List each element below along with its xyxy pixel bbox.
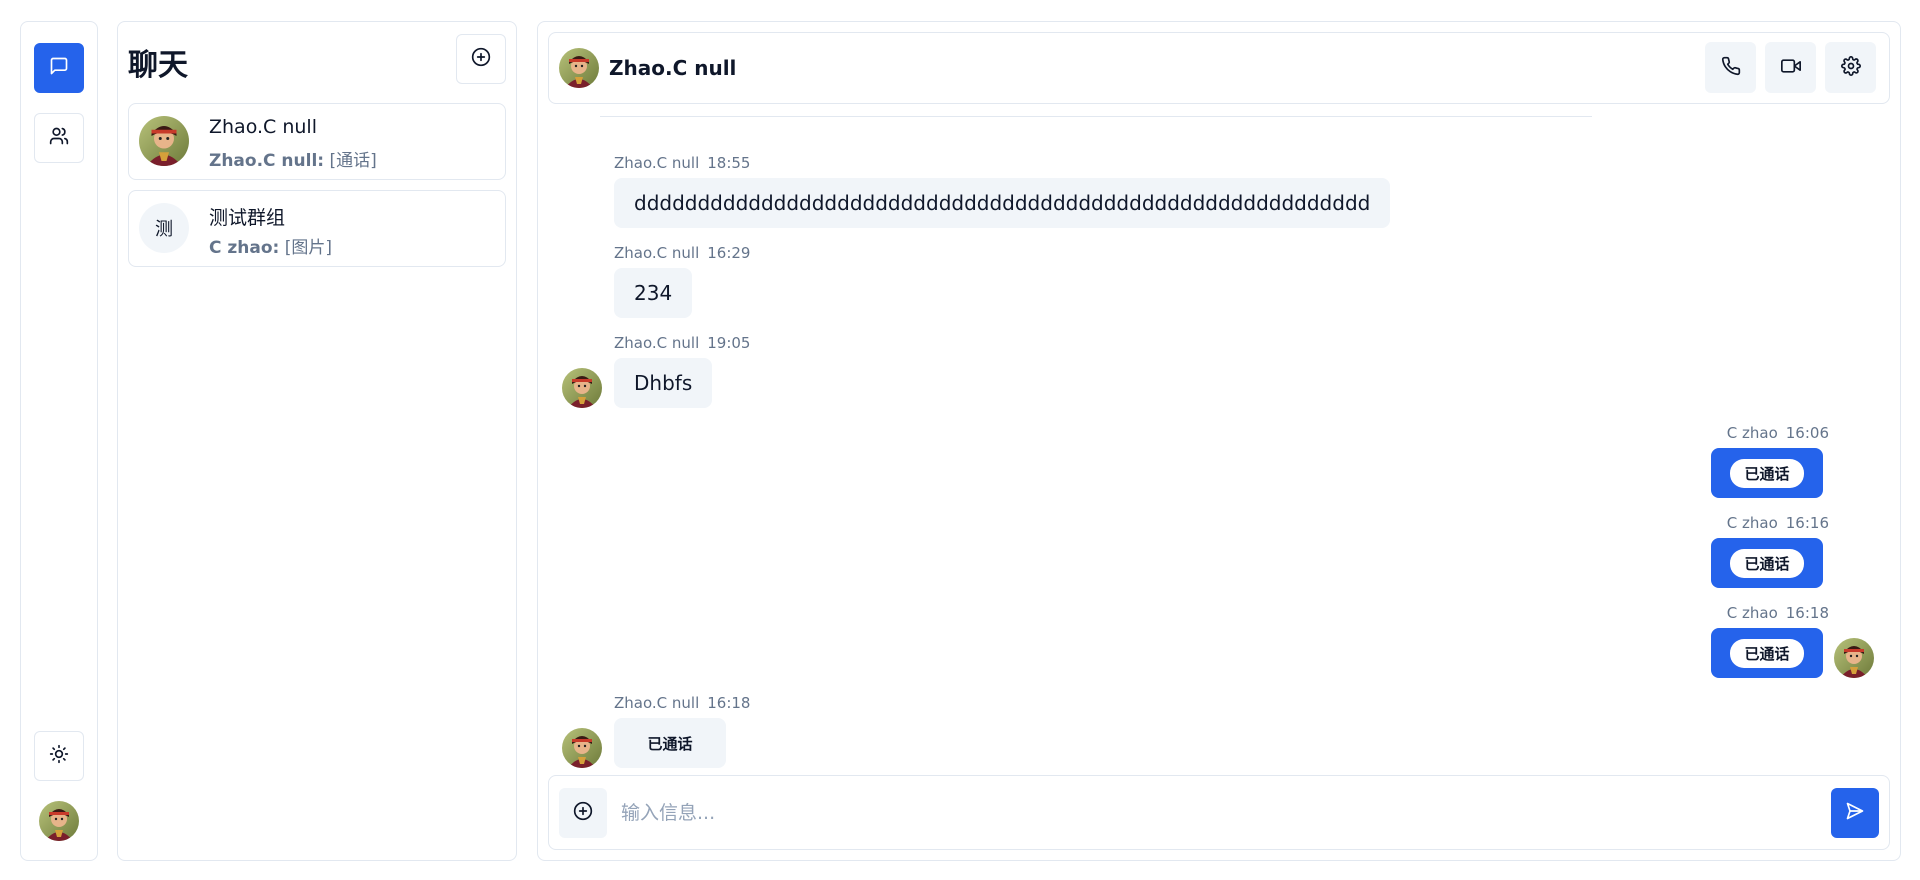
plus-circle-icon bbox=[471, 47, 491, 71]
plus-circle-icon bbox=[573, 801, 593, 825]
settings-icon bbox=[1840, 55, 1861, 80]
chat-nav-button[interactable] bbox=[34, 43, 84, 93]
call-message-bubble: 已通话 bbox=[1711, 448, 1823, 498]
users-icon bbox=[49, 126, 69, 150]
sun-icon bbox=[49, 744, 69, 768]
message-bubble: dddddddddddddddddddddddddddddddddddddddd… bbox=[614, 178, 1391, 228]
conversation-name: 测试群组 bbox=[209, 207, 286, 229]
chat-panel: Zhao.C null Zhao.C null 18:55 ddddddddddd… bbox=[537, 21, 1901, 861]
sender-avatar bbox=[562, 728, 602, 768]
chat-settings-button[interactable] bbox=[1825, 42, 1876, 93]
group-avatar: 测 bbox=[139, 203, 189, 253]
send-button[interactable] bbox=[1831, 788, 1879, 838]
call-message-bubble: 已通话 bbox=[1711, 538, 1823, 588]
message-meta: C zhao 16:06 bbox=[1726, 424, 1829, 442]
message-input[interactable] bbox=[621, 790, 1801, 836]
message-meta: C zhao 16:18 bbox=[1726, 604, 1829, 622]
message-list[interactable]: Zhao.C null 18:55 ddddddddddddddddddddddd… bbox=[538, 104, 1901, 784]
conversation-preview: C zhao: [图片] bbox=[209, 238, 333, 258]
user-avatar[interactable] bbox=[39, 801, 79, 841]
new-chat-button[interactable] bbox=[456, 34, 506, 84]
nav-rail bbox=[20, 21, 98, 861]
message-square-icon bbox=[49, 56, 69, 80]
message-meta: C zhao 16:16 bbox=[1726, 514, 1829, 532]
call-status-label: 已通话 bbox=[1730, 548, 1804, 578]
call-status-label: 已通话 bbox=[1730, 638, 1804, 668]
conversation-item[interactable]: Zhao.C null Zhao.C null: [通话] bbox=[128, 103, 506, 180]
conversation-name: Zhao.C null bbox=[209, 116, 317, 138]
message-meta: Zhao.C null 19:05 bbox=[614, 334, 751, 352]
message-composer bbox=[548, 775, 1890, 850]
contacts-nav-button[interactable] bbox=[34, 113, 84, 163]
call-status-label: 已通话 bbox=[647, 734, 693, 753]
conversation-preview: Zhao.C null: [通话] bbox=[209, 151, 377, 171]
conversation-item[interactable]: 测 测试群组 C zhao: [图片] bbox=[128, 190, 506, 267]
call-message-bubble: 已通话 bbox=[614, 718, 726, 768]
conversation-list-panel: 聊天 Zhao.C null Zhao.C null: [通话] 测 测试群组 … bbox=[117, 21, 517, 861]
call-status-label: 已通话 bbox=[1730, 458, 1804, 488]
video-icon bbox=[1780, 56, 1801, 80]
video-call-button[interactable] bbox=[1765, 42, 1816, 93]
send-icon bbox=[1845, 801, 1865, 825]
contact-avatar bbox=[139, 116, 189, 166]
chat-avatar bbox=[559, 48, 599, 88]
call-message-bubble: 已通话 bbox=[1711, 628, 1823, 678]
chat-title: Zhao.C null bbox=[609, 56, 737, 80]
chat-header: Zhao.C null bbox=[548, 32, 1890, 104]
sender-avatar bbox=[562, 368, 602, 408]
divider bbox=[600, 116, 1592, 117]
message-meta: Zhao.C null 16:29 bbox=[614, 244, 751, 262]
message-meta: Zhao.C null 16:18 bbox=[614, 694, 751, 712]
message-bubble: Dhbfs bbox=[614, 358, 713, 408]
message-meta: Zhao.C null 18:55 bbox=[614, 154, 751, 172]
own-avatar bbox=[1834, 638, 1874, 678]
voice-call-button[interactable] bbox=[1705, 42, 1756, 93]
list-title: 聊天 bbox=[128, 48, 188, 83]
theme-toggle-button[interactable] bbox=[34, 731, 84, 781]
attach-button[interactable] bbox=[559, 788, 607, 838]
message-bubble: 234 bbox=[614, 268, 693, 318]
phone-icon bbox=[1721, 56, 1741, 80]
